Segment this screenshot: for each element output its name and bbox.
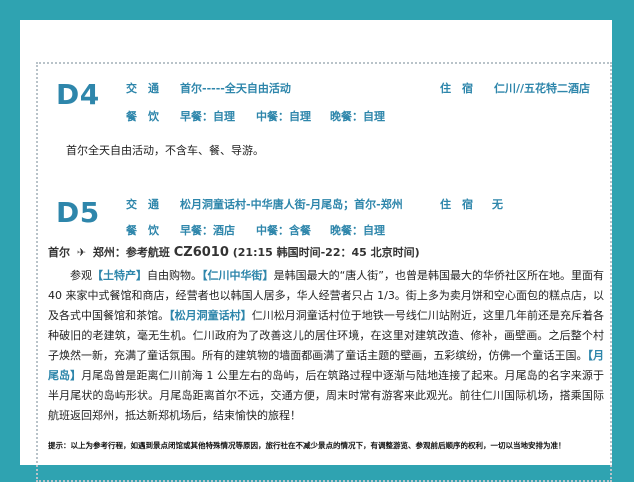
meal-label-d5: 餐 饮 [126,224,159,237]
stay-label-d5: 住 宿 [440,198,473,211]
transport-value-d5: 松月洞童话村-中华唐人街-月尾岛；首尔-郑州 [180,198,403,211]
breakfast-d4: 早餐：自理 [180,110,235,123]
flight-time: (21:15 韩国时间-22：45 北京时间) [232,246,420,259]
para-seg: 参观 [70,269,93,282]
day-note-d4: 首尔全天自由活动，不含车、餐、导游。 [66,144,264,157]
para-highlight: 【松月洞童话村】 [169,309,252,322]
transport-value-d4: 首尔-----全天自由活动 [180,82,291,95]
stay-label-d4: 住 宿 [440,82,473,95]
lunch-d5: 中餐：含餐 [256,224,311,237]
day-code-d4: D4 [56,78,100,111]
para-highlight: 【仁川中华街】 [202,269,274,282]
lunch-d4: 中餐：自理 [256,110,311,123]
day-code-d5: D5 [56,196,100,229]
para-seg: 自由购物。 [147,269,203,282]
meal-label-d4: 餐 饮 [126,110,159,123]
para-highlight: 【土特产】 [92,269,148,282]
day-description-d5: 参观【土特产】自由购物。【仁川中华街】是韩国最大的“唐人街”，也曾是韩国最大的华… [48,266,604,426]
flight-to: 郑州：参考航班 [92,246,170,259]
breakfast-d5: 早餐：酒店 [180,224,235,237]
flight-code: CZ6010 [173,245,229,260]
para-seg: 月尾岛曾是距离仁川前海 1 公里左右的岛屿，后在筑路过程中逐渐与陆地连接了起来。… [48,369,604,422]
dinner-d5: 晚餐：自理 [330,224,385,237]
dinner-d4: 晚餐：自理 [330,110,385,123]
airplane-icon: ✈ [76,246,87,259]
flight-from: 首尔 [48,246,70,259]
transport-label-d5: 交 通 [126,198,159,211]
stay-value-d5: 无 [492,198,503,211]
transport-label-d4: 交 通 [126,82,159,95]
tip-note: 提示：以上为参考行程，如遇到景点闭馆或其他特殊情况等原因，旅行社在不减少景点的情… [48,441,566,450]
stay-value-d4: 仁川//五花特二酒店 [494,82,591,95]
flight-info: 首尔 ✈ 郑州：参考航班 CZ6010 (21:15 韩国时间-22：45 北京… [48,244,420,260]
